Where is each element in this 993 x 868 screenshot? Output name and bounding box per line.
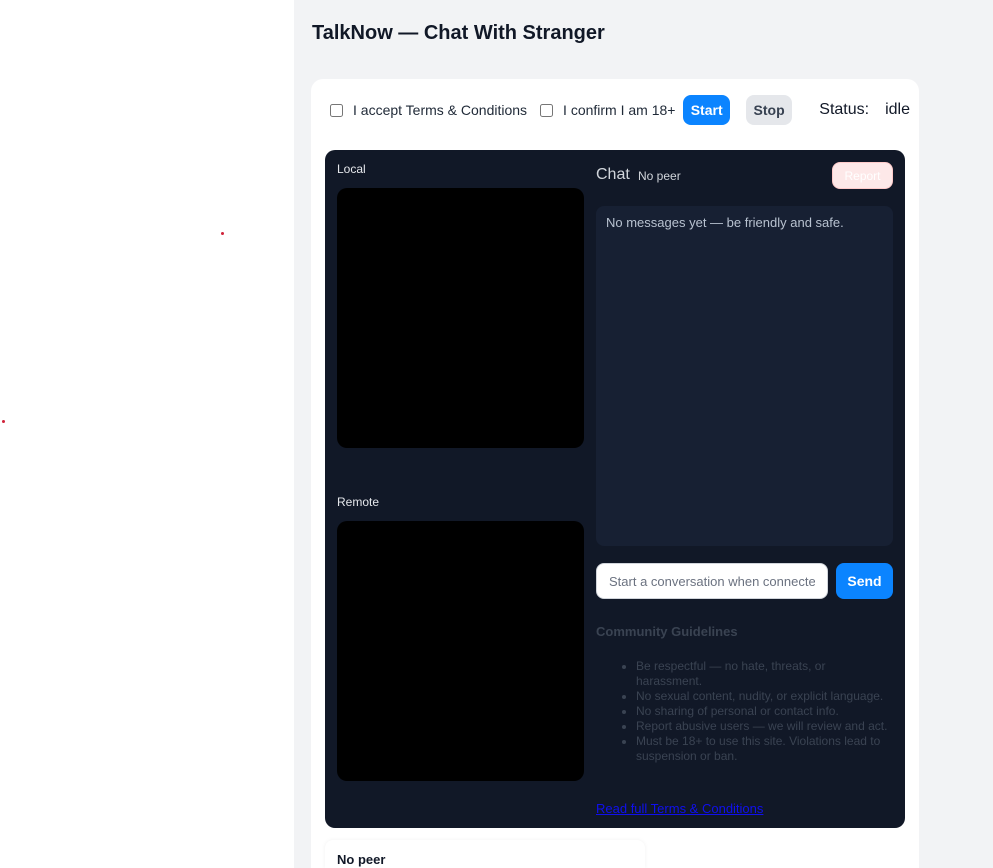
message-input[interactable] [596,563,828,599]
status-value: idle [885,101,910,118]
messages-area: No messages yet — be friendly and safe. [596,206,893,546]
peer-card: No peer [325,840,645,868]
accept-terms-label: I accept Terms & Conditions [353,102,528,118]
send-button[interactable]: Send [836,563,893,599]
guideline-item: No sharing of personal or contact info. [636,704,893,719]
terms-link[interactable]: Read full Terms & Conditions [596,801,763,816]
session-panel: Local Remote Chat No peer Report No mess… [325,150,905,828]
remote-video [337,521,584,781]
accept-terms-checkbox[interactable] [330,103,343,117]
confirm-age-label: I confirm I am 18+ [563,102,676,118]
report-button[interactable]: Report [832,162,893,189]
blank-left-pane [0,0,294,868]
status-label: Status: [819,101,870,118]
guidelines-title: Community Guidelines [596,624,738,639]
confirm-age-checkbox[interactable] [540,103,554,117]
page-title: TalkNow — Chat With Stranger [312,22,605,44]
empty-messages-text: No messages yet — be friendly and safe. [606,215,844,230]
guideline-item: Must be 18+ to use this site. Violations… [636,734,893,764]
red-dot-marker [2,420,5,423]
guidelines-list: Be respectful — no hate, threats, or har… [596,659,893,764]
remote-video-label: Remote [337,495,380,509]
peer-card-label: No peer [337,852,386,867]
chat-title: Chat [596,166,630,183]
main-card: I accept Terms & Conditions I confirm I … [311,79,919,868]
red-dot-marker [221,232,224,235]
guideline-item: No sexual content, nudity, or explicit l… [636,689,893,704]
start-button[interactable]: Start [683,95,730,125]
stop-button[interactable]: Stop [745,95,793,125]
app-pane: TalkNow — Chat With Stranger I accept Te… [294,0,993,868]
local-video [337,188,584,448]
community-guidelines: Community Guidelines Be respectful — no … [596,624,893,764]
guideline-item: Be respectful — no hate, threats, or har… [636,659,893,689]
controls-bar: I accept Terms & Conditions I confirm I … [330,95,910,125]
chat-peer-status: No peer [638,169,681,183]
local-video-label: Local [337,162,366,176]
guideline-item: Report abusive users — we will review an… [636,719,893,734]
